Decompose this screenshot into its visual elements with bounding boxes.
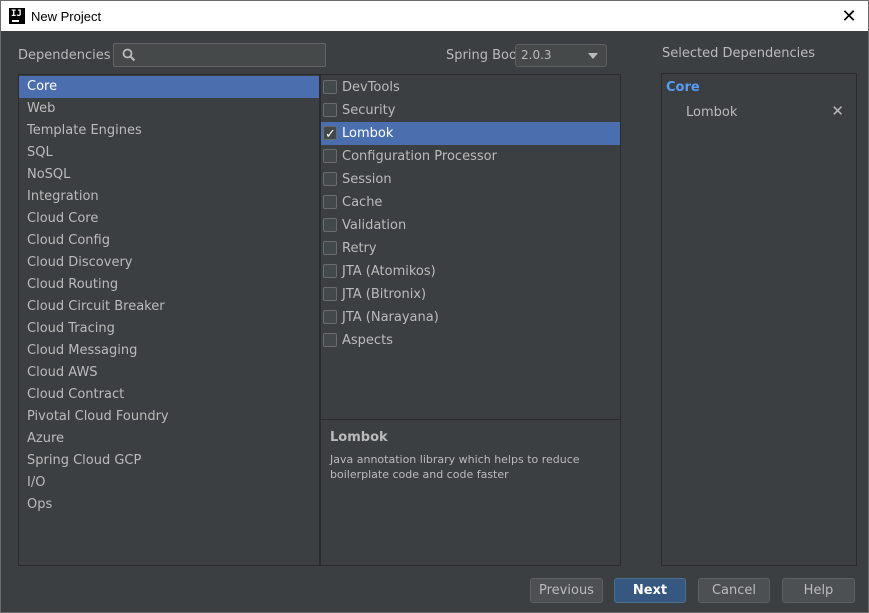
dependency-checkbox[interactable] [323,123,337,146]
dependency-checkbox[interactable] [323,264,337,278]
dependency-checkbox[interactable] [323,172,337,186]
dependency-label: Validation [342,218,407,233]
category-list: Core Web Template Engines SQL NoSQL Integrati… [18,74,320,566]
category-item[interactable]: Azure [19,428,319,450]
chevron-down-icon [588,53,598,59]
previous-button[interactable]: Previous [530,578,603,603]
dependency-label: JTA (Bitronix) [342,287,427,302]
dependency-item[interactable]: Session [321,168,620,191]
category-item[interactable]: Cloud AWS [19,362,319,384]
dependency-label: Session [342,172,392,187]
selected-dependencies-panel: Core Lombok ✕ [661,73,857,566]
dependency-label: DevTools [342,80,400,95]
category-item[interactable]: Spring Cloud GCP [19,450,319,472]
dependency-item[interactable]: JTA (Bitronix) [321,283,620,306]
description-title: Lombok [330,430,388,445]
dependency-checkbox[interactable] [323,333,337,347]
dependency-item[interactable]: Cache [321,191,620,214]
dependency-panel: DevTools Security Lombok Configuration Proc… [320,74,621,566]
next-button[interactable]: Next [614,578,686,603]
category-item[interactable]: Integration [19,186,319,208]
category-item[interactable]: Cloud Circuit Breaker [19,296,319,318]
dependency-item[interactable]: Aspects [321,329,620,352]
dependency-label: Security [342,103,396,118]
dependency-checkbox[interactable] [323,310,337,324]
category-item[interactable]: Cloud Messaging [19,340,319,362]
dependency-label: Cache [342,195,383,210]
dependency-checkbox[interactable] [323,241,337,255]
dependency-checkbox[interactable] [323,149,337,163]
search-input[interactable] [142,46,322,64]
category-item[interactable]: Pivotal Cloud Foundry [19,406,319,428]
selected-dependencies-heading: Selected Dependencies [662,46,816,61]
title-bar: IJ New Project ✕ [1,1,868,31]
dependency-item[interactable]: JTA (Atomikos) [321,260,620,283]
description-text: Java annotation library which helps to r… [330,453,580,481]
search-field[interactable] [113,43,326,67]
dependency-checkbox[interactable] [323,287,337,301]
dependency-label: JTA (Atomikos) [342,264,436,279]
selected-dependency-item: Lombok [686,105,738,120]
dependency-description: Lombok Java annotation library which hel… [321,419,620,565]
dependency-checkbox[interactable] [323,103,337,117]
selected-category-label: Core [666,80,700,95]
dependency-item[interactable]: DevTools [321,76,620,99]
category-item[interactable]: Cloud Core [19,208,319,230]
search-icon [122,48,136,62]
category-item[interactable]: Cloud Tracing [19,318,319,340]
category-item[interactable]: SQL [19,142,319,164]
category-item[interactable]: Cloud Config [19,230,319,252]
dependency-label: JTA (Narayana) [342,310,439,325]
help-button[interactable]: Help [782,578,855,603]
category-item[interactable]: Ops [19,494,319,516]
category-item[interactable]: Cloud Routing [19,274,319,296]
category-item[interactable]: Web [19,98,319,120]
dependency-checkbox[interactable] [323,218,337,232]
dependency-item[interactable]: Validation [321,214,620,237]
dependency-item[interactable]: JTA (Narayana) [321,306,620,329]
dependency-item[interactable]: Retry [321,237,620,260]
spring-boot-version-value: 2.0.3 [521,48,552,62]
category-item[interactable]: Template Engines [19,120,319,142]
close-icon[interactable]: ✕ [838,5,860,27]
remove-icon[interactable]: ✕ [831,102,844,120]
dependency-item[interactable]: Security [321,99,620,122]
cancel-button[interactable]: Cancel [698,578,770,603]
dependency-checkbox[interactable] [323,80,337,94]
new-project-dialog: IJ New Project ✕ Dependencies Spring Boo… [0,0,869,613]
category-item[interactable]: Cloud Contract [19,384,319,406]
dependency-label: Lombok [342,126,394,141]
dependency-item[interactable]: Configuration Processor [321,145,620,168]
window-title: New Project [31,8,102,24]
spring-boot-version-select[interactable]: 2.0.3 [515,44,607,67]
category-item[interactable]: NoSQL [19,164,319,186]
category-item[interactable]: Cloud Discovery [19,252,319,274]
dependency-label: Configuration Processor [342,149,497,164]
dependency-checkbox[interactable] [323,195,337,209]
dependency-item[interactable]: Lombok [321,122,620,146]
intellij-app-icon: IJ [9,8,25,24]
dependency-label: Aspects [342,333,393,348]
category-item[interactable]: Core [19,76,319,98]
category-item[interactable]: I/O [19,472,319,494]
dependency-label: Retry [342,241,377,256]
dependencies-label: Dependencies [18,48,111,63]
spring-boot-label: Spring Boot [446,48,523,63]
